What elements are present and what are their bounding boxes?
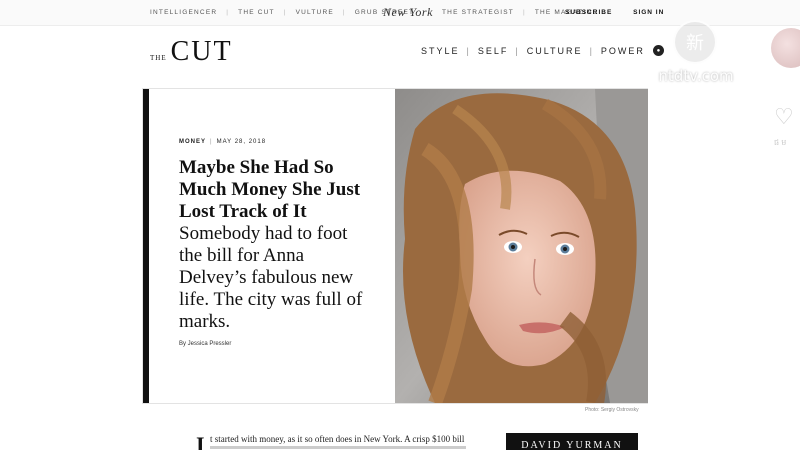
rubric: MONEY | MAY 28, 2018	[179, 139, 369, 145]
separator: |	[342, 9, 346, 16]
separator: |	[283, 9, 287, 16]
article-body-line	[210, 446, 466, 449]
network-links: INTELLIGENCER | THE CUT | VULTURE | GRUB…	[150, 9, 414, 16]
nav-item-self[interactable]: SELF	[478, 46, 509, 56]
section-label[interactable]: MONEY	[179, 139, 206, 145]
nav-item-power[interactable]: POWER	[601, 46, 645, 56]
portrait-image	[395, 89, 648, 403]
network-link-vulture[interactable]: VULTURE	[296, 9, 334, 16]
nav-item-culture[interactable]: CULTURE	[527, 46, 583, 56]
separator: |	[589, 45, 594, 56]
hero-photo	[395, 89, 648, 403]
ntd-logo-icon: 新	[673, 20, 717, 64]
network-link-intelligencer[interactable]: INTELLIGENCER	[150, 9, 217, 16]
ntd-domain: ntdtv.com	[658, 67, 734, 85]
separator: |	[515, 45, 520, 56]
headline-dek: Somebody had to foot the bill for Anna D…	[179, 223, 363, 332]
network-link-the-cut[interactable]: THE CUT	[238, 9, 275, 16]
nav-item-style[interactable]: STYLE	[421, 46, 460, 56]
accent-bar	[143, 89, 149, 403]
drop-cap: I	[196, 432, 205, 450]
photo-credit: Photo: Sergiy Ostrovsky	[585, 407, 639, 413]
new-york-logo[interactable]: New York	[383, 5, 433, 20]
avatar	[771, 28, 800, 68]
the-cut-logo[interactable]: THE CUT	[150, 36, 233, 68]
sign-in-link[interactable]: SIGN IN	[633, 9, 664, 16]
section-nav: STYLE | SELF | CULTURE | POWER ●	[421, 45, 664, 56]
logo-prefix: THE	[150, 54, 167, 62]
hero-text: MONEY | MAY 28, 2018 Maybe She Had So Much…	[179, 139, 369, 347]
ntd-watermark: 新 ntdtv.com	[654, 20, 738, 90]
separator: |	[210, 139, 213, 145]
headline-title: Maybe She Had So Much Money She Just Los…	[179, 157, 361, 222]
account-links: SUBSCRIBE SIGN IN	[565, 9, 682, 16]
logo-wordmark: CUT	[170, 36, 233, 67]
heart-icon: ♡	[774, 104, 794, 129]
hero-card: MONEY | MAY 28, 2018 Maybe She Had So Much…	[142, 88, 648, 404]
publish-date: MAY 28, 2018	[216, 139, 267, 145]
separator: |	[466, 45, 471, 56]
article-body-first-line: t started with money, as it so often doe…	[210, 434, 465, 444]
advertisement[interactable]: DAVID YURMAN	[506, 433, 638, 450]
network-link-strategist[interactable]: THE STRATEGIST	[442, 9, 514, 16]
separator: |	[226, 9, 230, 16]
byline[interactable]: By Jessica Pressler	[179, 341, 369, 347]
separator: |	[522, 9, 526, 16]
sidebar-text: ផ ម	[774, 138, 787, 147]
subscribe-link[interactable]: SUBSCRIBE	[565, 9, 612, 16]
headline: Maybe She Had So Much Money She Just Los…	[179, 157, 369, 333]
